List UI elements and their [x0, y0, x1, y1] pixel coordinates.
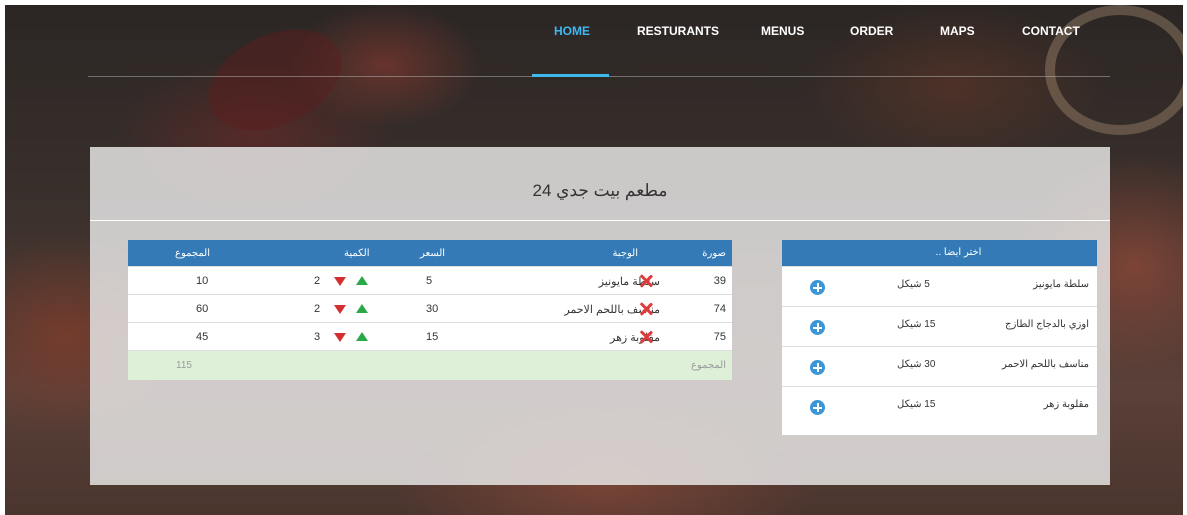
nav-contact[interactable]: CONTACT — [1022, 24, 1080, 38]
menu-item-price: 30 شيكل — [897, 359, 936, 370]
row-total-cell: 60 — [196, 303, 209, 315]
row-total-cell: 10 — [196, 275, 209, 287]
order-row: 39 سلطة مايونيز 5 2 10 — [128, 266, 732, 294]
menu-item-name: مناسف باللحم الاحمر — [1002, 359, 1089, 370]
active-nav-indicator — [532, 74, 609, 77]
row-image-cell: 75 — [713, 331, 726, 343]
order-total-row: المجموع 115 — [128, 350, 732, 380]
increase-quantity-icon[interactable] — [356, 276, 368, 285]
order-table-header: صورة الوجبة السعر الكمية المجموع — [128, 240, 732, 266]
decrease-quantity-icon[interactable] — [334, 305, 346, 314]
plus-circle-icon[interactable] — [810, 400, 825, 415]
menu-item-name: سلطة مايونيز — [1033, 279, 1089, 290]
choose-more-header: اختر ايضا .. — [782, 240, 1097, 266]
row-quantity-cell: 2 — [314, 275, 321, 287]
decrease-quantity-icon[interactable] — [334, 277, 346, 286]
col-image-header: صورة — [702, 248, 726, 259]
row-price-cell: 5 — [426, 275, 433, 287]
col-quantity-header: الكمية — [344, 248, 370, 259]
row-quantity-cell: 2 — [314, 303, 321, 315]
menu-item-name: اوزي بالدجاج الطازج — [1005, 319, 1089, 330]
nav-home[interactable]: HOME — [554, 24, 590, 38]
order-table: صورة الوجبة السعر الكمية المجموع 39 سلطة… — [128, 240, 732, 392]
restaurant-panel: مطعم بيت جدي 24 صورة الوجبة السعر الكمية… — [90, 147, 1110, 485]
remove-item-icon[interactable] — [638, 273, 654, 289]
title-divider — [90, 220, 1110, 221]
col-total-header: المجموع — [175, 248, 210, 259]
order-row: 75 مقلوبة زهر 15 3 45 — [128, 322, 732, 350]
row-total-cell: 45 — [196, 331, 209, 343]
increase-quantity-icon[interactable] — [356, 332, 368, 341]
nav-maps[interactable]: MAPS — [940, 24, 975, 38]
menu-item-price: 15 شيكل — [897, 399, 936, 410]
decrease-quantity-icon[interactable] — [334, 333, 346, 342]
plus-circle-icon[interactable] — [810, 320, 825, 335]
order-row: 74 مناسف باللحم الاحمر 30 2 60 — [128, 294, 732, 322]
col-price-header: السعر — [420, 248, 446, 259]
col-meal-header: الوجبة — [612, 248, 638, 259]
remove-item-icon[interactable] — [638, 301, 654, 317]
menu-item: اوزي بالدجاج الطازج 15 شيكل — [782, 306, 1097, 346]
restaurant-title: مطعم بيت جدي 24 — [532, 181, 668, 200]
main-navigation: HOME RESTURANTS MENUS ORDER MAPS CONTACT — [88, 5, 1110, 77]
grand-total-value: 115 — [176, 360, 192, 371]
plus-circle-icon[interactable] — [810, 280, 825, 295]
row-price-cell: 15 — [426, 331, 439, 343]
nav-menus[interactable]: MENUS — [761, 24, 804, 38]
menu-item-price: 5 شيكل — [897, 279, 930, 290]
row-quantity-cell: 3 — [314, 331, 321, 343]
menu-item-name: مقلوبة زهر — [1043, 399, 1089, 410]
grand-total-label: المجموع — [691, 360, 726, 371]
menu-item: مناسف باللحم الاحمر 30 شيكل — [782, 346, 1097, 386]
nav-order[interactable]: ORDER — [850, 24, 893, 38]
row-image-cell: 74 — [713, 303, 726, 315]
nav-restaurants[interactable]: RESTURANTS — [637, 24, 719, 38]
increase-quantity-icon[interactable] — [356, 304, 368, 313]
plus-circle-icon[interactable] — [810, 360, 825, 375]
row-price-cell: 30 — [426, 303, 439, 315]
choose-more-menu: اختر ايضا .. سلطة مايونيز 5 شيكل اوزي با… — [782, 240, 1097, 435]
row-image-cell: 39 — [713, 275, 726, 287]
menu-item: مقلوبة زهر 15 شيكل — [782, 386, 1097, 426]
menu-item-price: 15 شيكل — [897, 319, 936, 330]
menu-item: سلطة مايونيز 5 شيكل — [782, 266, 1097, 306]
remove-item-icon[interactable] — [638, 329, 654, 345]
